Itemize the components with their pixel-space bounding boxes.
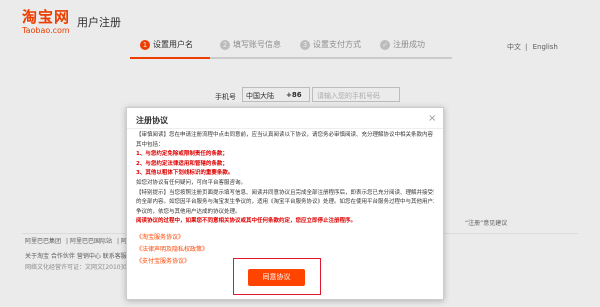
agreement-line: 3、其他以粗体下划线标识的重要条款。 xyxy=(136,170,234,177)
taobao-service-agreement-link[interactable]: 《淘宝服务协议》 xyxy=(136,232,208,244)
agreement-text: 【审慎阅读】您在申请注册流程中点击同意前，应当认真阅读以下协议，请您务必审慎阅读… xyxy=(136,131,434,227)
agreement-line: 如您对协议有任何疑问，可向平台客服咨询。 xyxy=(136,179,247,186)
agreement-line: 阅读协议的过程中，如果您不同意相关协议或其中任何条款约定，您应立即停止注册程序。 xyxy=(136,218,357,225)
agreement-links: 《淘宝服务协议》 《法律声明及隐私权政策》 《支付宝服务协议》 xyxy=(136,232,208,268)
agreement-line: 【特别提示】当您按照注册页面提示填写信息、阅读并同意协议且完成全部注册程序后，即… xyxy=(136,189,434,196)
close-icon[interactable]: × xyxy=(428,113,436,124)
modal-title: 注册协议 xyxy=(136,116,168,125)
agreement-line: 争议的，依您与其他用户达成的协议处理。 xyxy=(136,208,241,215)
modal-divider xyxy=(127,128,443,129)
agreement-line: 1、与您约定免除或限制责任的条款； xyxy=(136,151,228,158)
agreement-line: 2、与您约定法律适用和管辖的条款； xyxy=(136,160,228,167)
agreement-line: 的全部内容。如您因平台服务与淘宝发生争议的，适用《淘宝平台服务协议》处理。如您在… xyxy=(136,199,434,206)
alipay-service-agreement-link[interactable]: 《支付宝服务协议》 xyxy=(136,256,208,268)
privacy-policy-link[interactable]: 《法律声明及隐私权政策》 xyxy=(136,244,208,256)
agreement-line: 【审慎阅读】您在申请注册流程中点击同意前，应当认真阅读以下协议，请您务必审慎阅读… xyxy=(136,132,434,138)
agree-button[interactable]: 同意协议 xyxy=(248,269,305,286)
agreement-line: 其中包括： xyxy=(136,141,164,148)
